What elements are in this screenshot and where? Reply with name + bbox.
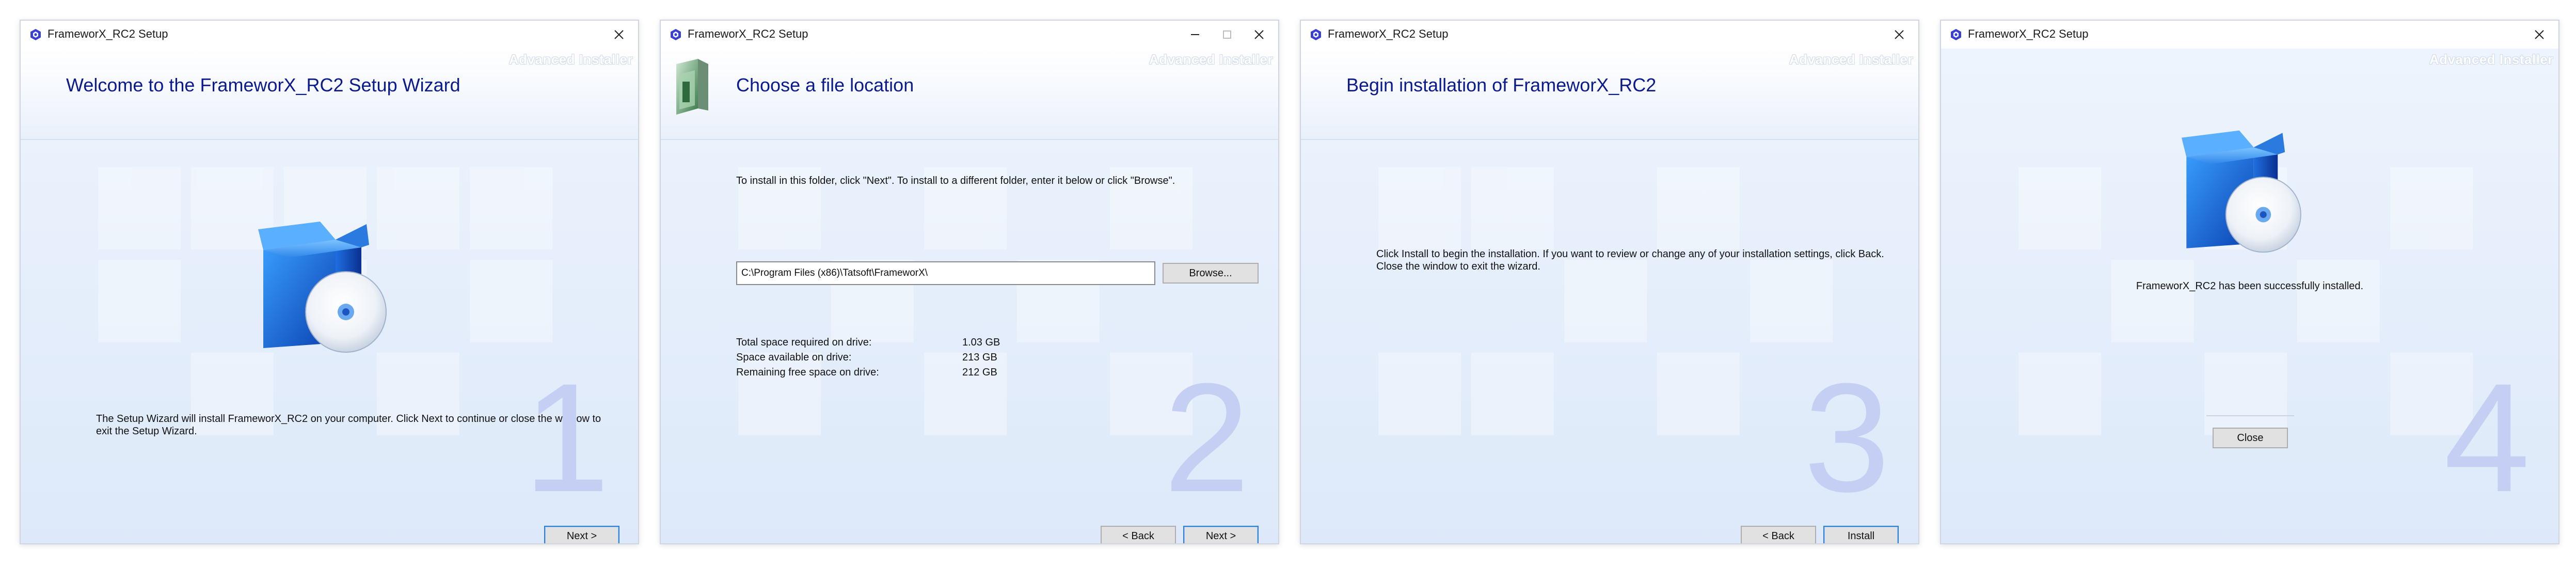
window-title: FrameworX_RC2 Setup — [688, 27, 808, 40]
folder-instruction: To install in this folder, click "Next".… — [736, 175, 1175, 186]
setup-window-complete: FrameworX_RC2 Setup Advanced Installer F… — [1940, 20, 2559, 544]
title-bar: FrameworX_RC2 Setup — [21, 21, 638, 49]
step-number: 3 — [1804, 351, 1890, 524]
maximize-button[interactable] — [1216, 24, 1238, 45]
setup-window-welcome: FrameworX_RC2 Setup Advanced Installer W… — [20, 20, 639, 544]
software-box-icon — [2182, 130, 2301, 253]
space-label-available: Space available on drive: — [736, 352, 852, 363]
minimize-icon — [1191, 34, 1199, 35]
step-number: 1 — [523, 351, 610, 524]
title-bar: FrameworX_RC2 Setup — [1301, 21, 1918, 49]
close-button[interactable]: Close — [2213, 428, 2288, 448]
back-button[interactable]: < Back — [1101, 526, 1176, 543]
installer-app-icon — [671, 29, 681, 40]
maximize-icon — [1223, 30, 1231, 39]
page-title: Welcome to the FrameworX_RC2 Setup Wizar… — [66, 74, 460, 96]
brand-watermark: Advanced Installer — [1149, 52, 1273, 67]
brand-watermark: Advanced Installer — [2429, 52, 2553, 67]
close-icon — [2535, 30, 2544, 39]
separator — [2206, 415, 2294, 416]
window-title: FrameworX_RC2 Setup — [47, 27, 168, 40]
installer-app-icon — [1311, 29, 1321, 40]
space-value-total: 1.03 GB — [962, 337, 1000, 348]
brand-watermark: Advanced Installer — [1789, 52, 1913, 67]
installer-app-icon — [1951, 29, 1961, 40]
step-number: 4 — [2444, 351, 2530, 524]
wizard-body: Advanced Installer Begin installation of… — [1301, 49, 1918, 543]
space-value-remaining: 212 GB — [962, 367, 997, 378]
close-icon — [1254, 30, 1264, 39]
next-button[interactable]: Next > — [544, 526, 619, 543]
window-title: FrameworX_RC2 Setup — [1968, 27, 2089, 40]
close-window-button[interactable] — [1888, 24, 1910, 45]
folder-icon — [676, 59, 708, 115]
install-path-input[interactable] — [736, 261, 1155, 285]
back-button[interactable]: < Back — [1741, 526, 1816, 543]
space-label-total: Total space required on drive: — [736, 337, 872, 348]
close-icon — [614, 30, 624, 39]
page-title: Begin installation of FrameworX_RC2 — [1346, 74, 1657, 96]
space-value-available: 213 GB — [962, 352, 997, 363]
window-title: FrameworX_RC2 Setup — [1328, 27, 1449, 40]
next-button[interactable]: Next > — [1183, 526, 1259, 543]
software-box-icon — [258, 222, 387, 353]
page-title: Choose a file location — [736, 74, 914, 96]
space-label-remaining: Remaining free space on drive: — [736, 367, 879, 378]
wizard-body: Advanced Installer Welcome to the Framew… — [21, 49, 638, 543]
setup-window-location: FrameworX_RC2 Setup Advanced Installer C… — [660, 20, 1279, 544]
step-number: 2 — [1164, 351, 1250, 524]
title-bar: FrameworX_RC2 Setup — [1941, 21, 2558, 49]
close-window-button[interactable] — [2529, 24, 2550, 45]
setup-window-begin-install: FrameworX_RC2 Setup Advanced Installer B… — [1300, 20, 1919, 544]
close-window-button[interactable] — [608, 24, 630, 45]
installer-app-icon — [30, 29, 41, 40]
wizard-body: Advanced Installer FrameworX_RC2 has bee… — [1941, 49, 2558, 543]
install-button[interactable]: Install — [1823, 526, 1899, 543]
close-window-button[interactable] — [1248, 24, 1270, 45]
success-message: FrameworX_RC2 has been successfully inst… — [2136, 280, 2364, 292]
title-bar: FrameworX_RC2 Setup — [661, 21, 1278, 49]
brand-watermark: Advanced Installer — [508, 52, 633, 67]
install-instruction: Click Install to begin the installation.… — [1376, 248, 1884, 272]
browse-button[interactable]: Browse... — [1163, 263, 1259, 284]
minimize-button[interactable] — [1184, 24, 1206, 45]
wizard-body: Advanced Installer Choose a file locatio… — [661, 49, 1278, 543]
close-icon — [1895, 30, 1904, 39]
